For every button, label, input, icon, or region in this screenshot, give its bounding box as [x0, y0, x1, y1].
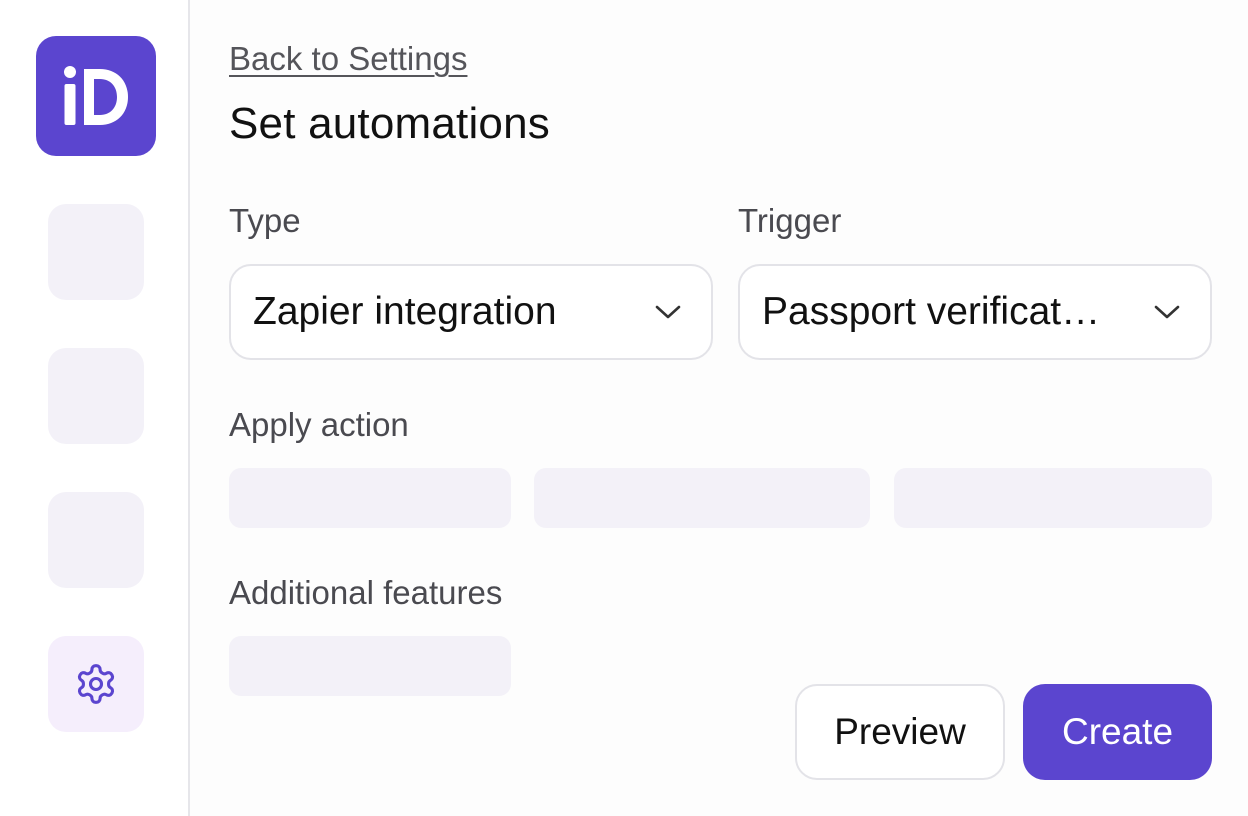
trigger-select[interactable]: Passport verificat… — [738, 264, 1212, 360]
chevron-down-icon — [1154, 305, 1180, 319]
additional-feature-option-1[interactable] — [229, 636, 511, 696]
chevron-down-icon — [655, 305, 681, 319]
trigger-select-value: Passport verificat… — [762, 290, 1101, 333]
type-select-value: Zapier integration — [253, 290, 557, 333]
logo-mark — [64, 66, 128, 125]
apply-action-label: Apply action — [229, 406, 409, 443]
type-select[interactable]: Zapier integration — [229, 264, 713, 360]
sidebar-item-settings[interactable] — [48, 636, 144, 732]
apply-action-option-2[interactable] — [534, 468, 870, 528]
page-title: Set automations — [229, 99, 550, 148]
apply-action-option-1[interactable] — [229, 468, 511, 528]
app-logo[interactable] — [36, 36, 156, 156]
sidebar — [0, 0, 190, 816]
trigger-label: Trigger — [738, 202, 842, 239]
type-label: Type — [229, 202, 301, 239]
create-button[interactable]: Create — [1023, 684, 1212, 780]
gear-icon — [77, 664, 115, 704]
preview-button[interactable]: Preview — [795, 684, 1005, 780]
sidebar-item-3[interactable] — [48, 492, 144, 588]
apply-action-option-3[interactable] — [894, 468, 1212, 528]
back-to-settings-link[interactable]: Back to Settings — [229, 40, 467, 78]
sidebar-item-1[interactable] — [48, 204, 144, 300]
additional-features-label: Additional features — [229, 574, 503, 611]
main-content: Back to Settings Set automations Type Tr… — [229, 0, 1212, 816]
sidebar-item-2[interactable] — [48, 348, 144, 444]
